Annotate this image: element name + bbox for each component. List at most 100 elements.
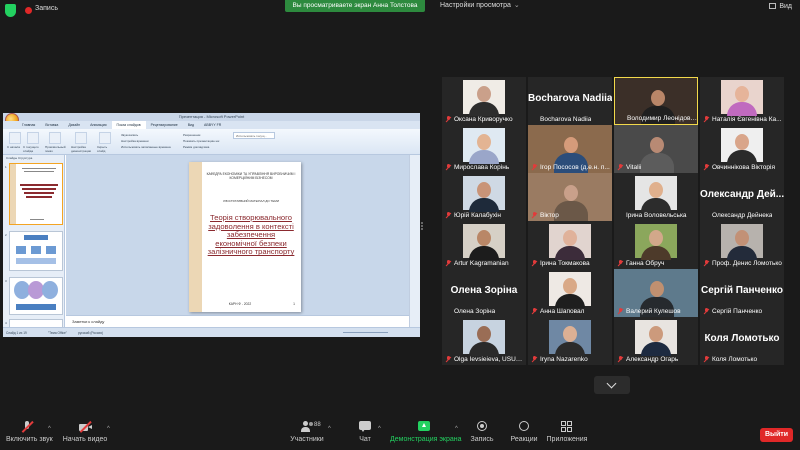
apps-button[interactable]: Приложения (546, 421, 588, 443)
ribbon-label: Показать презентацию на: (183, 139, 220, 143)
unmute-button[interactable]: Включить звук (6, 420, 53, 443)
video-options-caret[interactable]: ^ (107, 426, 110, 432)
ppt-tab: Анимация (90, 123, 107, 127)
participant-tile[interactable]: Оксана Криворучко (442, 77, 526, 125)
participant-tile[interactable]: Olga Ievsieieva, USURT (442, 317, 526, 365)
participant-tile[interactable]: Vitalii (614, 125, 698, 173)
language-status: русский (Россия) (78, 331, 103, 335)
current-slide: КАФЕДРА ЕКОНОМІКИ ТА УПРАВЛІННЯ ВИРОБНИЧ… (189, 162, 301, 312)
participant-tile[interactable]: Валерий Кулешов (614, 269, 698, 317)
participant-tile[interactable]: Ігор Пососов (д.е.н. п... (528, 125, 612, 173)
participant-tile[interactable]: Artur Kagramanian (442, 221, 526, 269)
view-options-label: Настройки просмотра (440, 2, 511, 9)
microphone-muted-icon (703, 356, 710, 362)
record-icon (475, 421, 489, 433)
zoom-window: Запись Вы просматриваете экран Анна Толс… (0, 0, 800, 450)
participant-video (721, 80, 763, 116)
thumbnail-2-preview (16, 235, 56, 264)
participant-tile[interactable]: Ірина Токмакова (528, 221, 612, 269)
participant-tile[interactable]: Олександр Дей... Олександр Дейнека (700, 173, 784, 221)
ppt-tab: Вставка (45, 123, 59, 127)
microphone-muted-icon (531, 356, 538, 362)
participant-tile[interactable]: Мирослава Корінь (442, 125, 526, 173)
record-button[interactable]: Запись (470, 421, 494, 443)
splitter-handle[interactable] (421, 222, 423, 232)
reactions-button[interactable]: Реакции (510, 421, 538, 443)
chat-button[interactable]: Чат (355, 421, 375, 443)
ppt-ribbon-tabs: Главная Вставка Дизайн Анимация Показ сл… (3, 121, 420, 129)
start-slideshow-icon (9, 132, 21, 144)
participant-tile[interactable]: Олена Зоріна Олена Зоріна (442, 269, 526, 317)
participant-name: Валерий Кулешов (626, 308, 681, 315)
microphone-muted-icon (617, 164, 624, 170)
participant-name: Овчиннікова Вікторія (712, 164, 775, 171)
participant-name: Ірина Токмакова (540, 260, 590, 267)
ribbon-label: Звукозапись (121, 133, 139, 137)
share-screen-icon (417, 421, 431, 433)
microphone-muted-icon (445, 356, 452, 362)
share-screen-button[interactable]: Демонстрация экрана (390, 421, 462, 443)
participant-video (463, 128, 505, 164)
participant-tile[interactable]: Сергій Панченко Сергій Панченко (700, 269, 784, 317)
ppt-tab: ABBYY FR (204, 123, 222, 127)
microphone-muted-icon (445, 212, 452, 218)
participant-tile[interactable]: Bocharova Nadiia Bocharova Nadiia (528, 77, 612, 125)
participant-video (549, 272, 591, 308)
unmute-label: Включить звук (6, 436, 53, 443)
participant-name: Iryna Nazarenko (540, 356, 588, 363)
slide-page-number: 1 (293, 302, 295, 306)
slide-organization: КАФЕДРА ЕКОНОМІКИ ТА УПРАВЛІННЯ ВИРОБНИЧ… (206, 172, 296, 181)
slide-canvas: КАФЕДРА ЕКОНОМІКИ ТА УПРАВЛІННЯ ВИРОБНИЧ… (66, 155, 409, 315)
thumb-number: 3 (5, 279, 7, 283)
security-shield-icon[interactable] (5, 4, 16, 17)
ppt-ribbon: С начала С текущего слайда Произвольный … (3, 129, 420, 155)
participant-tile[interactable]: Володимир Леонідович ... (614, 77, 698, 125)
participant-tile[interactable]: Віктор (528, 173, 612, 221)
view-button[interactable]: Вид (769, 3, 792, 10)
ppt-tab: Главная (22, 123, 36, 127)
microphone-muted-icon (445, 116, 452, 122)
participant-tile[interactable]: Александр Огарь (614, 317, 698, 365)
participant-video (463, 320, 505, 356)
participant-tile[interactable]: Ірина Воловельська (614, 173, 698, 221)
view-options-button[interactable]: Настройки просмотра ⌄ (440, 1, 520, 9)
participant-video (635, 224, 677, 260)
ribbon-label: С текущего слайда (23, 145, 39, 153)
participant-tile[interactable]: Анна Шаповал (528, 269, 612, 317)
participants-options-caret[interactable]: ^ (328, 426, 331, 432)
slide-thumbnail: 3 (5, 277, 63, 315)
slides-panel: Слайды Структура 1 2 3 4 (3, 155, 65, 329)
start-video-button[interactable]: Начать видео (62, 420, 108, 443)
participant-name: Ігор Пососов (д.е.н. п... (540, 164, 610, 171)
chat-options-caret[interactable]: ^ (378, 426, 381, 432)
custom-show-icon (49, 132, 61, 144)
ribbon-label: Использовать записанные времена (121, 145, 171, 149)
participant-name: Проф. Денис Ломотько (712, 260, 782, 267)
participant-video (463, 80, 505, 116)
participant-tile[interactable]: Проф. Денис Ломотько (700, 221, 784, 269)
apps-icon (560, 421, 574, 433)
participant-video (721, 128, 763, 164)
leave-button[interactable]: Выйти (760, 428, 793, 442)
thumbnail-3-preview (14, 281, 58, 310)
slide-year: КАРН Ф - 2022 (228, 302, 252, 306)
next-page-button[interactable] (594, 376, 630, 394)
theme-name: "Тема Office" (48, 331, 67, 335)
participant-name: Коля Ломотько (712, 356, 758, 363)
microphone-muted-icon (531, 260, 538, 266)
participant-tile[interactable]: Iryna Nazarenko (528, 317, 612, 365)
participant-tile[interactable]: Коля Ломотько Коля Ломотько (700, 317, 784, 365)
zoom-slider (343, 332, 388, 333)
recording-icon (25, 7, 32, 14)
participant-tile[interactable]: Ганна Обруч (614, 221, 698, 269)
participant-tile[interactable]: Юрій Калабухін (442, 173, 526, 221)
start-video-label: Начать видео (62, 436, 108, 443)
participant-tile[interactable]: Наталія Євгенівна Ка... (700, 77, 784, 125)
participant-video (721, 224, 763, 260)
share-options-caret[interactable]: ^ (455, 426, 458, 432)
audio-options-caret[interactable]: ^ (48, 426, 51, 432)
microphone-muted-icon (20, 420, 34, 433)
thumb-number: 2 (5, 233, 7, 237)
slide-notes: Заметки к слайду (66, 315, 409, 327)
participant-tile[interactable]: Овчиннікова Вікторія (700, 125, 784, 173)
